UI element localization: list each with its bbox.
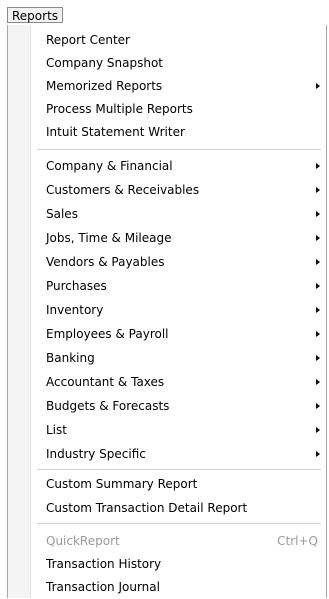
menu-item-label: Budgets & Forecasts [46,399,170,413]
submenu-arrow-icon [316,427,320,433]
menu-bar: Reports [0,0,329,26]
menu-item-label: Purchases [46,279,107,293]
submenu-arrow-icon [316,163,320,169]
menu-item-transaction-journal[interactable]: Transaction Journal [8,576,326,599]
menu-item-sales[interactable]: Sales [8,203,326,226]
menu-item-quickreport: QuickReport Ctrl+Q [8,530,326,553]
menu-item-list[interactable]: List [8,419,326,442]
menu-item-vendors-payables[interactable]: Vendors & Payables [8,251,326,274]
menu-item-budgets-forecasts[interactable]: Budgets & Forecasts [8,395,326,418]
menu-item-label: QuickReport [46,534,120,548]
menu-item-label: Custom Summary Report [46,477,198,491]
menu-item-label: Company Snapshot [46,56,163,70]
submenu-arrow-icon [316,83,320,89]
menu-item-label: Customers & Receivables [46,183,200,197]
menu-item-jobs-time-mileage[interactable]: Jobs, Time & Mileage [8,227,326,250]
submenu-arrow-icon [316,379,320,385]
menu-item-employees-payroll[interactable]: Employees & Payroll [8,323,326,346]
menu-item-process-multiple-reports[interactable]: Process Multiple Reports [8,98,326,121]
menu-item-custom-summary-report[interactable]: Custom Summary Report [8,473,326,496]
menu-item-label: Process Multiple Reports [46,102,193,116]
menu-item-label: Transaction Journal [46,580,160,594]
menu-item-label: Industry Specific [46,447,146,461]
menu-item-label: Intuit Statement Writer [46,125,185,139]
menu-item-label: Sales [46,207,78,221]
menu-item-memorized-reports[interactable]: Memorized Reports [8,75,326,98]
menu-item-company-financial[interactable]: Company & Financial [8,155,326,178]
menu-item-custom-transaction-detail-report[interactable]: Custom Transaction Detail Report [8,497,326,520]
menu-item-label: List [46,423,67,437]
menu-item-banking[interactable]: Banking [8,347,326,370]
menu-item-label: Accountant & Taxes [46,375,165,389]
menu-item-intuit-statement-writer[interactable]: Intuit Statement Writer [8,121,326,144]
submenu-arrow-icon [316,451,320,457]
submenu-arrow-icon [316,211,320,217]
submenu-arrow-icon [316,187,320,193]
menu-item-inventory[interactable]: Inventory [8,299,326,322]
menu-item-label: Jobs, Time & Mileage [46,231,172,245]
menu-item-label: Company & Financial [46,159,173,173]
menu-item-accountant-taxes[interactable]: Accountant & Taxes [8,371,326,394]
menu-item-purchases[interactable]: Purchases [8,275,326,298]
menu-item-label: Report Center [46,33,130,47]
reports-menu-button[interactable]: Reports [7,7,64,23]
menu-item-customers-receivables[interactable]: Customers & Receivables [8,179,326,202]
menu-item-label: Vendors & Payables [46,255,165,269]
submenu-arrow-icon [316,403,320,409]
menu-separator [37,469,321,470]
menu-item-label: Banking [46,351,95,365]
menu-separator [37,523,321,524]
menu-item-transaction-history[interactable]: Transaction History [8,553,326,576]
submenu-arrow-icon [316,235,320,241]
submenu-arrow-icon [316,307,320,313]
menu-item-company-snapshot[interactable]: Company Snapshot [8,52,326,75]
submenu-arrow-icon [316,283,320,289]
submenu-arrow-icon [316,259,320,265]
menu-item-label: Transaction History [46,557,162,571]
menu-item-label: Memorized Reports [46,79,163,93]
menu-item-label: Custom Transaction Detail Report [46,501,248,515]
menu-item-label: Employees & Payroll [46,327,169,341]
menu-separator [37,149,321,150]
menu-item-shortcut: Ctrl+Q [277,534,318,548]
menu-item-label: Inventory [46,303,104,317]
menu-item-industry-specific[interactable]: Industry Specific [8,443,326,466]
submenu-arrow-icon [316,355,320,361]
menu-item-report-center[interactable]: Report Center [8,29,326,52]
reports-dropdown-menu: Report Center Company Snapshot Memorized… [7,25,327,598]
submenu-arrow-icon [316,331,320,337]
